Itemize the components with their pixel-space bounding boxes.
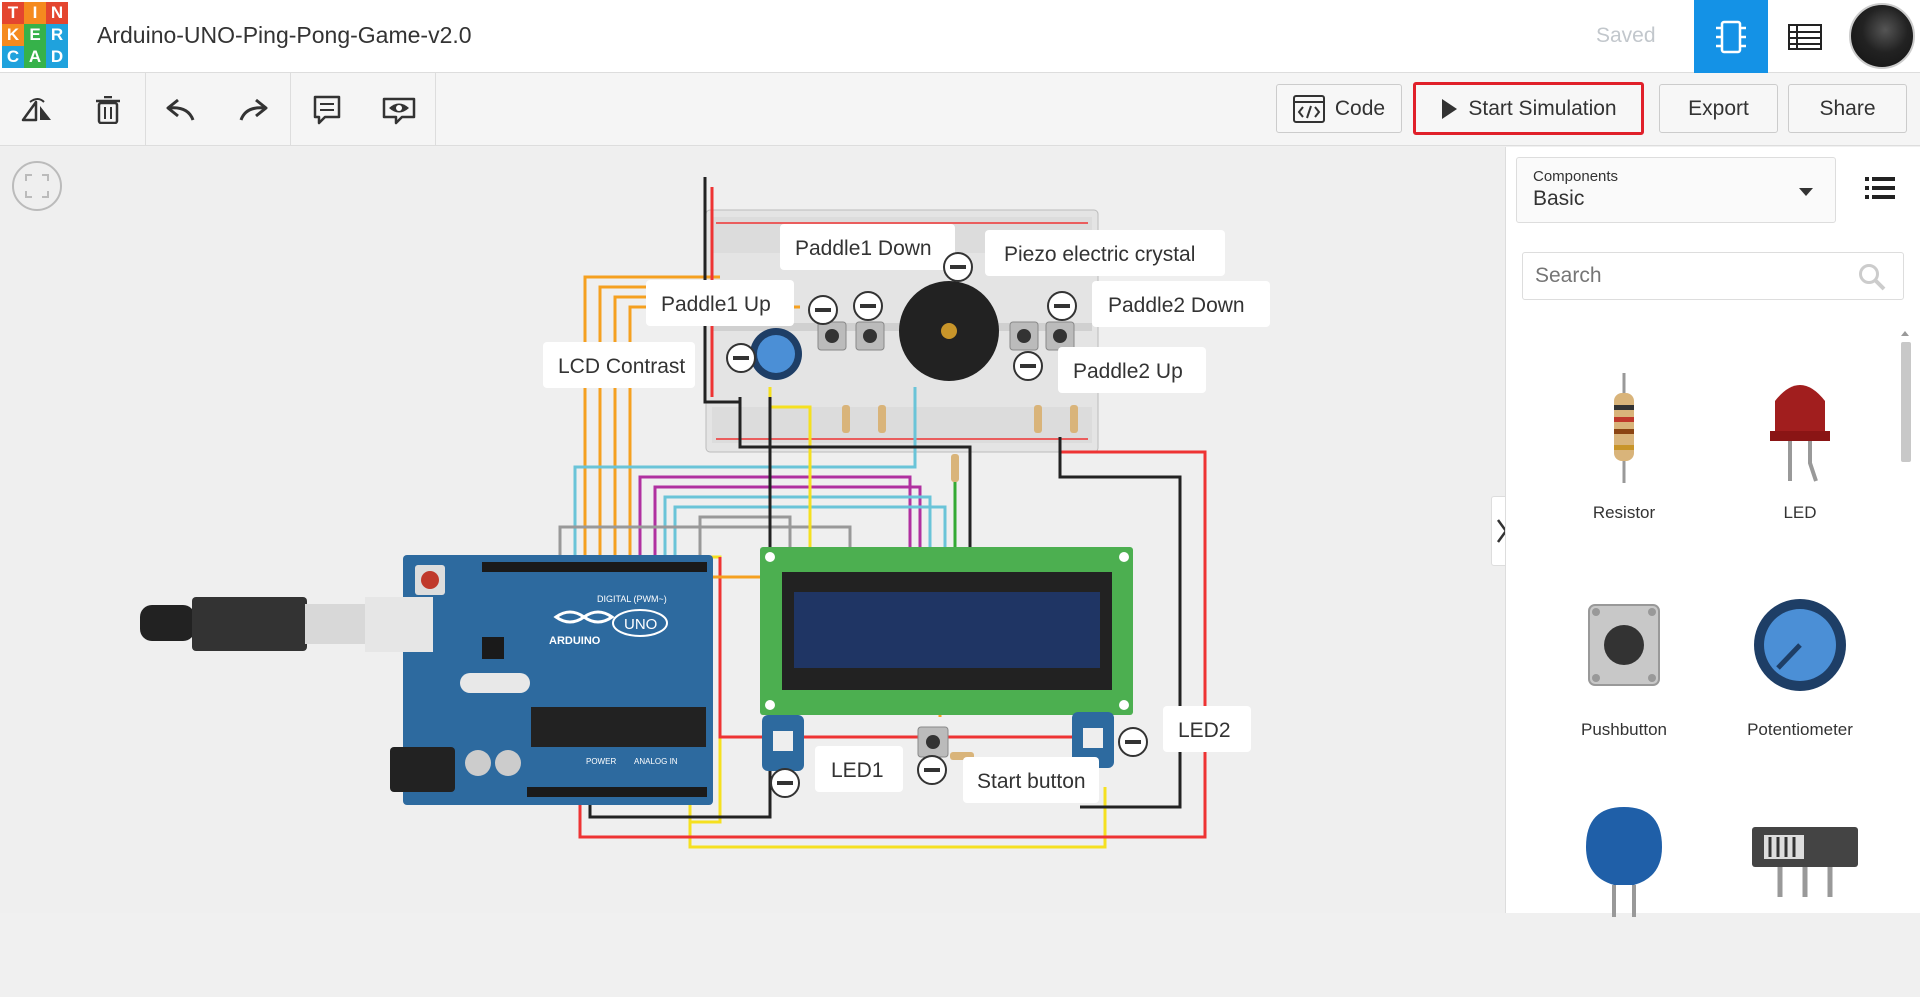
component-name: Pushbutton bbox=[1580, 720, 1667, 739]
resistor-icon bbox=[1614, 373, 1634, 483]
logo-letter: K bbox=[2, 24, 24, 46]
project-title[interactable]: Arduino-UNO-Ping-Pong-Game-v2.0 bbox=[97, 22, 472, 49]
redo-button[interactable] bbox=[230, 87, 276, 133]
circuit-canvas[interactable]: DIGITAL (PWM~) ARDUINO UNO POWER ANALOG … bbox=[0, 147, 1505, 913]
slide-switch-icon bbox=[1752, 827, 1858, 897]
piezo-buzzer[interactable] bbox=[899, 281, 999, 381]
label-text: Paddle2 Down bbox=[1108, 294, 1245, 317]
eye-note-icon bbox=[382, 97, 416, 125]
arduino-uno-board[interactable]: DIGITAL (PWM~) ARDUINO UNO POWER ANALOG … bbox=[140, 555, 713, 805]
tinkercad-logo[interactable]: T I N K E R C A D bbox=[2, 2, 68, 68]
pushbutton-icon bbox=[1588, 604, 1660, 686]
potentiometer-icon bbox=[1754, 599, 1846, 691]
components-dropdown-label: Components bbox=[1533, 168, 1619, 185]
label-led2[interactable]: LED2 bbox=[1118, 706, 1251, 757]
component-search-input[interactable] bbox=[1522, 252, 1904, 300]
component-name: LED bbox=[1783, 503, 1817, 522]
start-pushbutton[interactable] bbox=[917, 726, 974, 760]
components-dropdown-value: Basic bbox=[1533, 187, 1585, 210]
rotate-button[interactable] bbox=[14, 87, 60, 133]
led1[interactable] bbox=[762, 715, 804, 771]
led-icon bbox=[1770, 385, 1830, 482]
play-icon bbox=[1442, 98, 1458, 119]
notes-button[interactable] bbox=[304, 87, 350, 133]
label-text: Piezo electric crystal bbox=[1004, 243, 1195, 266]
arduino-digital-label: DIGITAL (PWM~) bbox=[597, 594, 667, 604]
circuit-drawing[interactable]: DIGITAL (PWM~) ARDUINO UNO POWER ANALOG … bbox=[0, 147, 1505, 913]
component-tile-resistor[interactable]: Resistor bbox=[1536, 353, 1712, 563]
scrollbar-thumb[interactable] bbox=[1901, 342, 1911, 462]
logo-letter: T bbox=[2, 2, 24, 24]
toolbar-divider bbox=[145, 73, 146, 146]
undo-icon bbox=[166, 98, 195, 121]
redo-icon bbox=[239, 98, 268, 121]
lcd-contrast-potentiometer[interactable] bbox=[750, 328, 802, 380]
component-name: Resistor bbox=[1592, 503, 1656, 522]
component-tile-pushbutton[interactable]: Pushbutton bbox=[1536, 570, 1712, 780]
toolbar-divider bbox=[435, 73, 436, 146]
search-icon[interactable] bbox=[1858, 263, 1886, 291]
code-button[interactable]: Code bbox=[1276, 84, 1402, 133]
toolbar-divider bbox=[290, 73, 291, 146]
toggle-notes-visibility-button[interactable] bbox=[376, 87, 422, 133]
save-status: Saved bbox=[1596, 24, 1656, 47]
arduino-model-label: UNO bbox=[624, 616, 657, 633]
arduino-power-label: POWER bbox=[586, 757, 616, 766]
logo-letter: I bbox=[24, 2, 46, 24]
start-simulation-button[interactable]: Start Simulation bbox=[1413, 82, 1644, 135]
label-text: LED1 bbox=[831, 759, 884, 782]
schematic-view-button[interactable] bbox=[1768, 0, 1842, 73]
start-simulation-label: Start Simulation bbox=[1468, 96, 1617, 120]
caret-down-icon bbox=[1799, 188, 1813, 196]
editor-toolbar: Code Start Simulation Export Share bbox=[0, 73, 1920, 146]
list-icon bbox=[1865, 177, 1895, 199]
circuit-view-button[interactable] bbox=[1694, 0, 1768, 73]
code-editor-icon bbox=[1292, 94, 1325, 123]
chip-icon bbox=[1716, 20, 1746, 53]
label-start-button[interactable]: Start button bbox=[917, 755, 1099, 803]
top-header: T I N K E R C A D Arduino-UNO-Ping-Pong-… bbox=[0, 0, 1920, 73]
label-text: LED2 bbox=[1178, 719, 1231, 742]
arduino-brand-label: ARDUINO bbox=[549, 635, 601, 647]
label-text: Paddle2 Up bbox=[1073, 360, 1183, 383]
components-sidebar: Components Basic Res bbox=[1505, 147, 1920, 917]
label-text: Paddle1 Down bbox=[795, 237, 932, 260]
scroll-up-icon bbox=[1901, 331, 1909, 336]
logo-letter: A bbox=[24, 46, 46, 68]
ceramic-capacitor-icon bbox=[1586, 807, 1662, 917]
component-tile-potentiometer[interactable]: Potentiometer bbox=[1712, 570, 1888, 780]
label-piezo[interactable]: Piezo electric crystal bbox=[943, 230, 1225, 282]
list-view-button[interactable] bbox=[1865, 175, 1895, 205]
logo-letter: N bbox=[46, 2, 68, 24]
code-button-label: Code bbox=[1334, 96, 1386, 120]
export-button-label: Export bbox=[1688, 96, 1749, 120]
logo-letter: E bbox=[24, 24, 46, 46]
label-text: Start button bbox=[977, 770, 1086, 793]
undo-button[interactable] bbox=[158, 87, 204, 133]
label-text: LCD Contrast bbox=[558, 355, 685, 378]
component-tile-capacitor[interactable] bbox=[1536, 787, 1712, 997]
share-button[interactable]: Share bbox=[1788, 84, 1907, 133]
user-avatar[interactable] bbox=[1849, 3, 1915, 69]
note-icon bbox=[313, 95, 341, 125]
delete-button[interactable] bbox=[85, 87, 131, 133]
trash-icon bbox=[96, 96, 120, 124]
component-tile-led[interactable]: LED bbox=[1712, 353, 1888, 563]
component-name: Potentiometer bbox=[1747, 720, 1853, 739]
rotate-icon bbox=[21, 98, 51, 122]
arduino-analog-label: ANALOG IN bbox=[634, 757, 678, 766]
logo-letter: C bbox=[2, 46, 24, 68]
table-list-icon bbox=[1788, 23, 1822, 50]
lcd-16x2-display[interactable] bbox=[760, 547, 1133, 715]
export-button[interactable]: Export bbox=[1659, 84, 1778, 133]
components-dropdown[interactable]: Components Basic bbox=[1516, 157, 1836, 223]
share-button-label: Share bbox=[1819, 96, 1876, 120]
logo-letter: R bbox=[46, 24, 68, 46]
component-tile-slideswitch[interactable] bbox=[1712, 787, 1888, 997]
logo-letter: D bbox=[46, 46, 68, 68]
label-text: Paddle1 Up bbox=[661, 293, 771, 316]
